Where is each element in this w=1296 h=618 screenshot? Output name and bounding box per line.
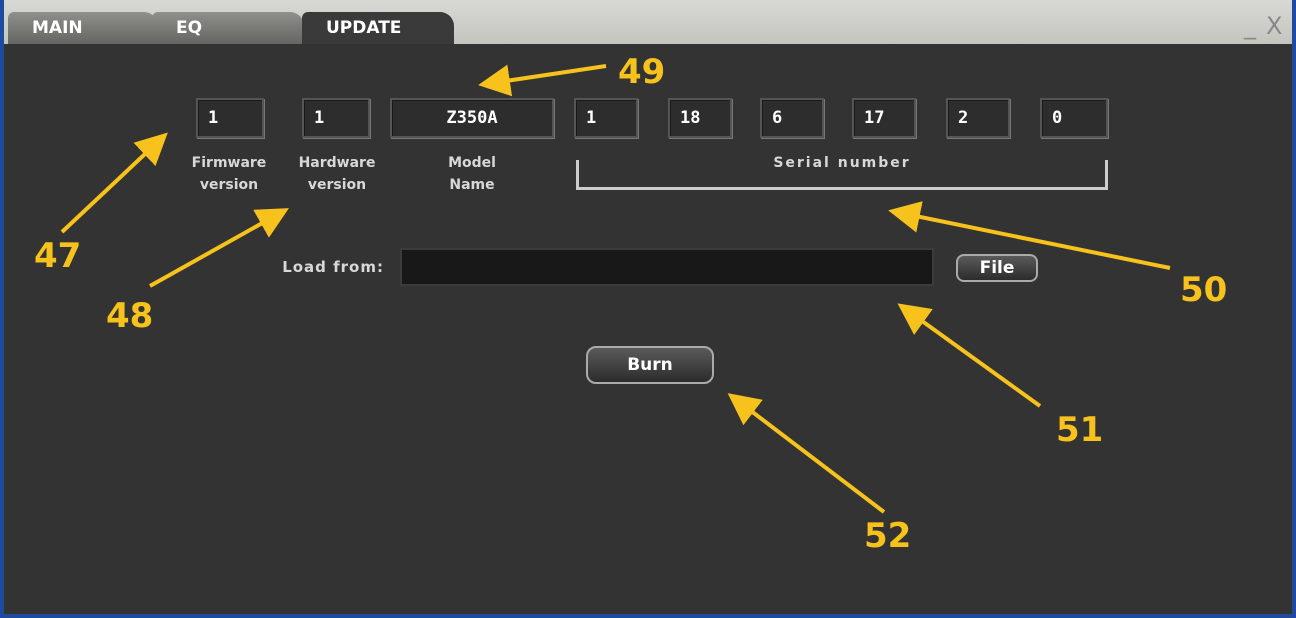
arrow-50 bbox=[888, 201, 1171, 270]
arrow-47 bbox=[60, 132, 168, 234]
arrow-51 bbox=[897, 303, 1042, 408]
annotation-arrows bbox=[60, 64, 1171, 514]
arrow-48 bbox=[149, 208, 289, 288]
annotation-47: 47 bbox=[34, 236, 82, 276]
arrow-52 bbox=[727, 393, 886, 514]
annotation-51: 51 bbox=[1056, 410, 1104, 450]
annotation-49: 49 bbox=[618, 52, 666, 92]
annotation-48: 48 bbox=[106, 296, 154, 336]
annotation-50: 50 bbox=[1180, 270, 1228, 310]
arrow-49 bbox=[478, 64, 607, 97]
annotation-52: 52 bbox=[864, 516, 912, 556]
